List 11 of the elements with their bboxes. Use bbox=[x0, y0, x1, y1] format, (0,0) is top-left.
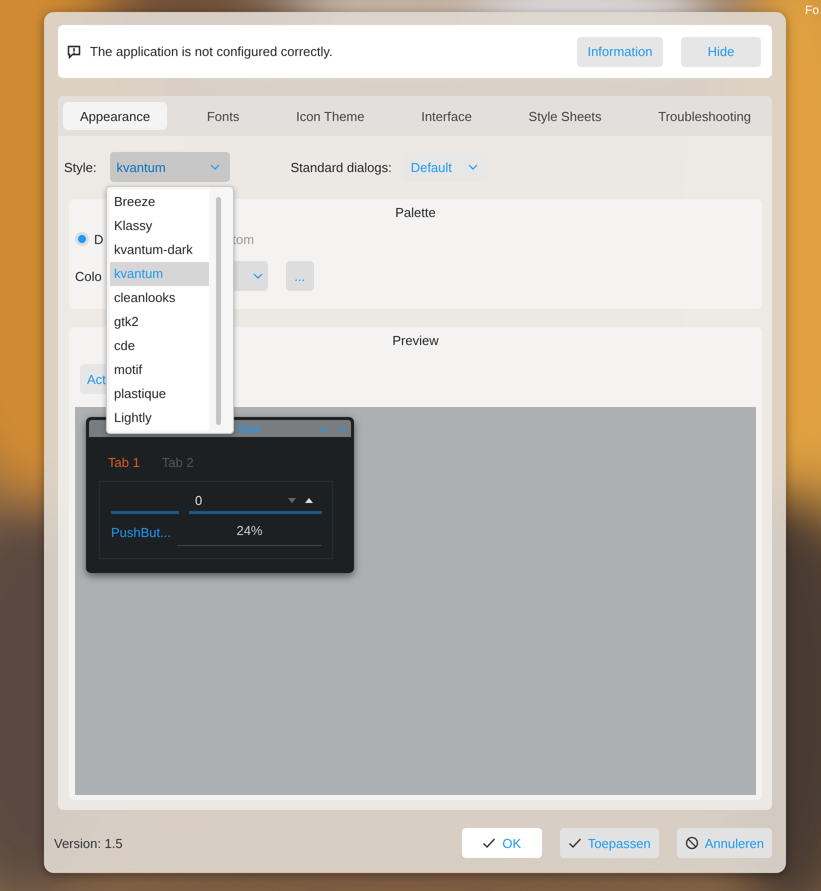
group-title: Palette bbox=[395, 205, 436, 220]
group-title: Preview bbox=[392, 333, 439, 348]
radio-label: D bbox=[94, 232, 104, 246]
banner-message: The application is not configured correctly. bbox=[90, 44, 334, 59]
version-label: Version: 1.5 bbox=[54, 836, 123, 850]
standard-dialogs-label: Standard dialogs: bbox=[290, 160, 392, 174]
progress-text: 24% bbox=[236, 522, 262, 538]
color-label: Colo bbox=[75, 268, 102, 284]
style-label: Style: bbox=[64, 160, 97, 174]
desktop-label: Fo bbox=[804, 3, 819, 17]
window-title: dow bbox=[237, 421, 262, 436]
